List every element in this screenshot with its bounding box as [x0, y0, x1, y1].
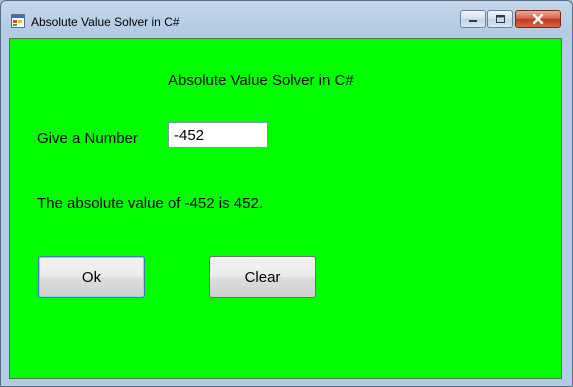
- maximize-icon: [496, 15, 505, 23]
- minimize-button[interactable]: [460, 10, 486, 28]
- clear-button[interactable]: Clear: [209, 256, 316, 298]
- form-icon: [11, 14, 25, 28]
- form-client-area: Absolute Value Solver in C# Give a Numbe…: [9, 38, 562, 379]
- number-input[interactable]: [168, 122, 268, 148]
- app-window: Absolute Value Solver in C# Absolute Val…: [0, 0, 573, 387]
- close-button[interactable]: [515, 10, 561, 28]
- title-bar[interactable]: Absolute Value Solver in C#: [1, 1, 572, 31]
- minimize-icon: [469, 20, 477, 22]
- form-heading: Absolute Value Solver in C#: [168, 72, 354, 89]
- ok-button[interactable]: Ok: [38, 256, 145, 298]
- result-text: The absolute value of -452 is 452.: [37, 195, 263, 212]
- number-label: Give a Number: [37, 130, 138, 147]
- close-icon: [532, 13, 544, 25]
- maximize-button[interactable]: [487, 10, 513, 28]
- window-title: Absolute Value Solver in C#: [31, 15, 180, 29]
